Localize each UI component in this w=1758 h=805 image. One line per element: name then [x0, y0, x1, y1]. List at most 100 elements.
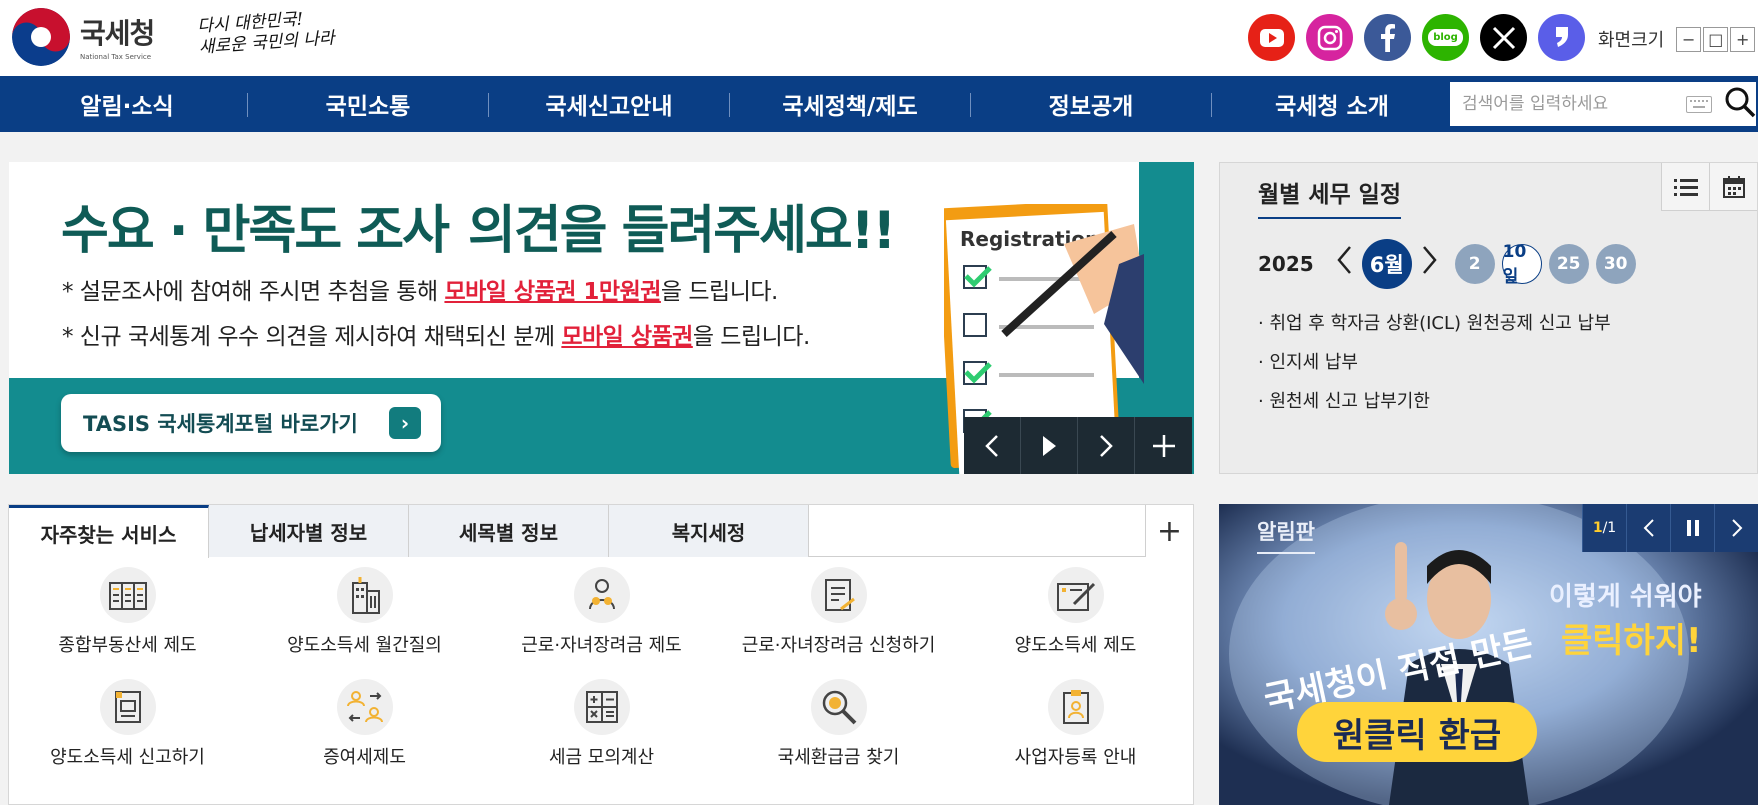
main-banner[interactable]: 수요 · 만족도 조사 의견을 들려주세요!! * 설문조사에 참여해 주시면 추…: [9, 162, 1194, 474]
banner-line2-highlight: 모바일 상품권: [561, 324, 693, 350]
banner-line1-a: * 설문조사에 참여해 주시면 추첨을 통해: [62, 279, 445, 305]
monthly-tax-schedule: 월별 세무 일정 2025 6월 2 10일 25 30 · 취업 후 학자금 …: [1219, 162, 1758, 474]
schedule-day-active[interactable]: 10일: [1501, 242, 1542, 287]
sns-links: blog: [1248, 14, 1585, 61]
banner-play-button[interactable]: [1021, 417, 1078, 474]
blog-label: blog: [1428, 29, 1463, 46]
tab-welfare-tax[interactable]: 복지세정: [609, 505, 809, 557]
service-label: 사업자등록 안내: [1014, 747, 1137, 768]
x-icon[interactable]: [1480, 14, 1527, 61]
facebook-icon[interactable]: [1364, 14, 1411, 61]
service-item[interactable]: 종합부동산세 제도: [9, 565, 246, 677]
banner-prev-button[interactable]: [964, 417, 1021, 474]
service-item[interactable]: 사업자등록 안내: [957, 677, 1194, 789]
banner-next-button[interactable]: [1078, 417, 1135, 474]
service-item[interactable]: 근로·자녀장려금 신청하기: [720, 565, 957, 677]
schedule-item[interactable]: · 원천세 신고 납부기한: [1258, 387, 1611, 413]
youtube-icon[interactable]: [1248, 14, 1295, 61]
top-header: 국세청 National Tax Service 다시 대한민국! 새로운 국민…: [0, 0, 1758, 76]
zoom-out-button[interactable]: −: [1676, 26, 1702, 52]
notice-pager: 1/1: [1582, 504, 1626, 552]
schedule-day[interactable]: 2: [1454, 244, 1495, 284]
tab-frequent-services[interactable]: 자주찾는 서비스: [9, 505, 209, 558]
schedule-item[interactable]: · 인지세 납부: [1258, 348, 1611, 374]
banner-controls: [964, 417, 1192, 474]
notice-prev-button[interactable]: [1626, 504, 1670, 552]
tasis-portal-button[interactable]: TASIS 국세통계포털 바로가기 ›: [61, 394, 441, 452]
banner-line2-a: * 신규 국세통계 우수 의견을 제시하여 채택되신 분께: [62, 324, 562, 350]
pager-current: 1: [1592, 520, 1603, 536]
service-item[interactable]: 세금 모의계산: [483, 677, 720, 789]
nav-item-disclosure[interactable]: 정보공개: [971, 76, 1211, 132]
current-month: 6월: [1361, 239, 1412, 289]
banner-title-b: 의견을 들려주세요!!: [467, 201, 896, 261]
nav-item-about[interactable]: 국세청 소개: [1212, 76, 1452, 132]
service-label: 근로·자녀장려금 신청하기: [741, 635, 936, 656]
schedule-list: · 취업 후 학자금 상환(ICL) 원천공제 신고 납부 · 인지세 납부 ·…: [1258, 309, 1611, 426]
chevron-right-icon: ›: [389, 407, 421, 439]
service-label: 양도소득세 신고하기: [50, 747, 205, 768]
service-label: 근로·자녀장려금 제도: [521, 635, 682, 656]
tab-taxpayer-info[interactable]: 납세자별 정보: [209, 505, 409, 557]
banner-line-1: * 설문조사에 참여해 주시면 추첨을 통해 모바일 상품권 1만원권을 드립니…: [62, 272, 778, 306]
services-tabs: 자주찾는 서비스 납세자별 정보 세목별 정보 복지세정 +: [9, 505, 1193, 558]
notice-board[interactable]: 알림판 1/1 이렇게 쉬워야 클릭하지! 국세청이 직접 만든 원클릭 환급: [1219, 504, 1758, 805]
schedule-day[interactable]: 25: [1548, 244, 1589, 284]
story-icon[interactable]: [1538, 14, 1585, 61]
logo-english: National Tax Service: [80, 53, 152, 61]
zoom-label: 화면크기: [1598, 30, 1665, 51]
services-more-button[interactable]: +: [1145, 505, 1193, 557]
service-item[interactable]: 양도소득세 신고하기: [9, 677, 246, 789]
apartment-icon: [336, 567, 393, 623]
banner-more-button[interactable]: [1135, 417, 1192, 474]
service-item[interactable]: 양도소득세 제도: [957, 565, 1194, 677]
zoom-in-button[interactable]: +: [1730, 26, 1756, 52]
family-icon: [573, 567, 630, 623]
list-icon[interactable]: [1661, 163, 1709, 211]
document-edit-icon: [810, 567, 867, 623]
prev-month-button[interactable]: [1336, 244, 1352, 284]
blog-icon[interactable]: blog: [1422, 14, 1469, 61]
schedule-year: 2025: [1258, 252, 1314, 276]
people-exchange-icon: [336, 679, 393, 735]
service-label: 양도소득세 월간질의: [287, 635, 442, 656]
notice-art-text-top: 이렇게 쉬워야 클릭하지!: [1549, 576, 1702, 662]
slogan: 다시 대한민국! 새로운 국민의 나라: [197, 7, 336, 58]
id-card-icon: [1047, 679, 1104, 735]
search-icon[interactable]: [1724, 86, 1756, 122]
notice-title: 알림판: [1257, 516, 1315, 554]
calendar-icon[interactable]: [1709, 163, 1757, 211]
schedule-item[interactable]: · 취업 후 학자금 상환(ICL) 원천공제 신고 납부: [1258, 309, 1611, 335]
banner-title-a: 수요 · 만족도 조사: [61, 201, 450, 261]
instagram-icon[interactable]: [1306, 14, 1353, 61]
nav-item-communication[interactable]: 국민소통: [248, 76, 488, 132]
keyboard-icon[interactable]: [1686, 95, 1712, 113]
service-item[interactable]: 증여세제도: [246, 677, 483, 789]
service-label: 국세환급금 찾기: [777, 747, 900, 768]
zoom-controls: 화면크기 − □ +: [1598, 26, 1756, 52]
service-item[interactable]: 근로·자녀장려금 제도: [483, 565, 720, 677]
service-label: 세금 모의계산: [548, 747, 655, 768]
zoom-reset-button[interactable]: □: [1703, 26, 1729, 52]
tab-tax-item-info[interactable]: 세목별 정보: [409, 505, 609, 557]
search-input[interactable]: [1462, 84, 1682, 124]
pen-tablet-icon: [1047, 567, 1104, 623]
nts-logo-icon[interactable]: [12, 8, 70, 66]
nav-item-tax-filing[interactable]: 국세신고안내: [489, 76, 729, 132]
form-icon: [99, 679, 156, 735]
nav-item-tax-policy[interactable]: 국세정책/제도: [730, 76, 970, 132]
next-month-button[interactable]: [1422, 244, 1438, 284]
nav-item-news[interactable]: 알림·소식: [7, 76, 247, 132]
notice-controls: 1/1: [1582, 504, 1758, 552]
logo-text[interactable]: 국세청 National Tax Service: [80, 12, 155, 61]
schedule-title: 월별 세무 일정: [1258, 175, 1401, 219]
notice-pause-button[interactable]: [1670, 504, 1714, 552]
service-item[interactable]: 양도소득세 월간질의: [246, 565, 483, 677]
notice-art-line2: 클릭하지!: [1560, 621, 1702, 661]
service-label: 종합부동산세 제도: [58, 635, 197, 656]
tasis-button-label: TASIS 국세통계포털 바로가기: [83, 412, 358, 436]
service-label: 양도소득세 제도: [1014, 635, 1137, 656]
schedule-day[interactable]: 30: [1595, 244, 1636, 284]
notice-next-button[interactable]: [1714, 504, 1758, 552]
service-item[interactable]: 국세환급금 찾기: [720, 677, 957, 789]
